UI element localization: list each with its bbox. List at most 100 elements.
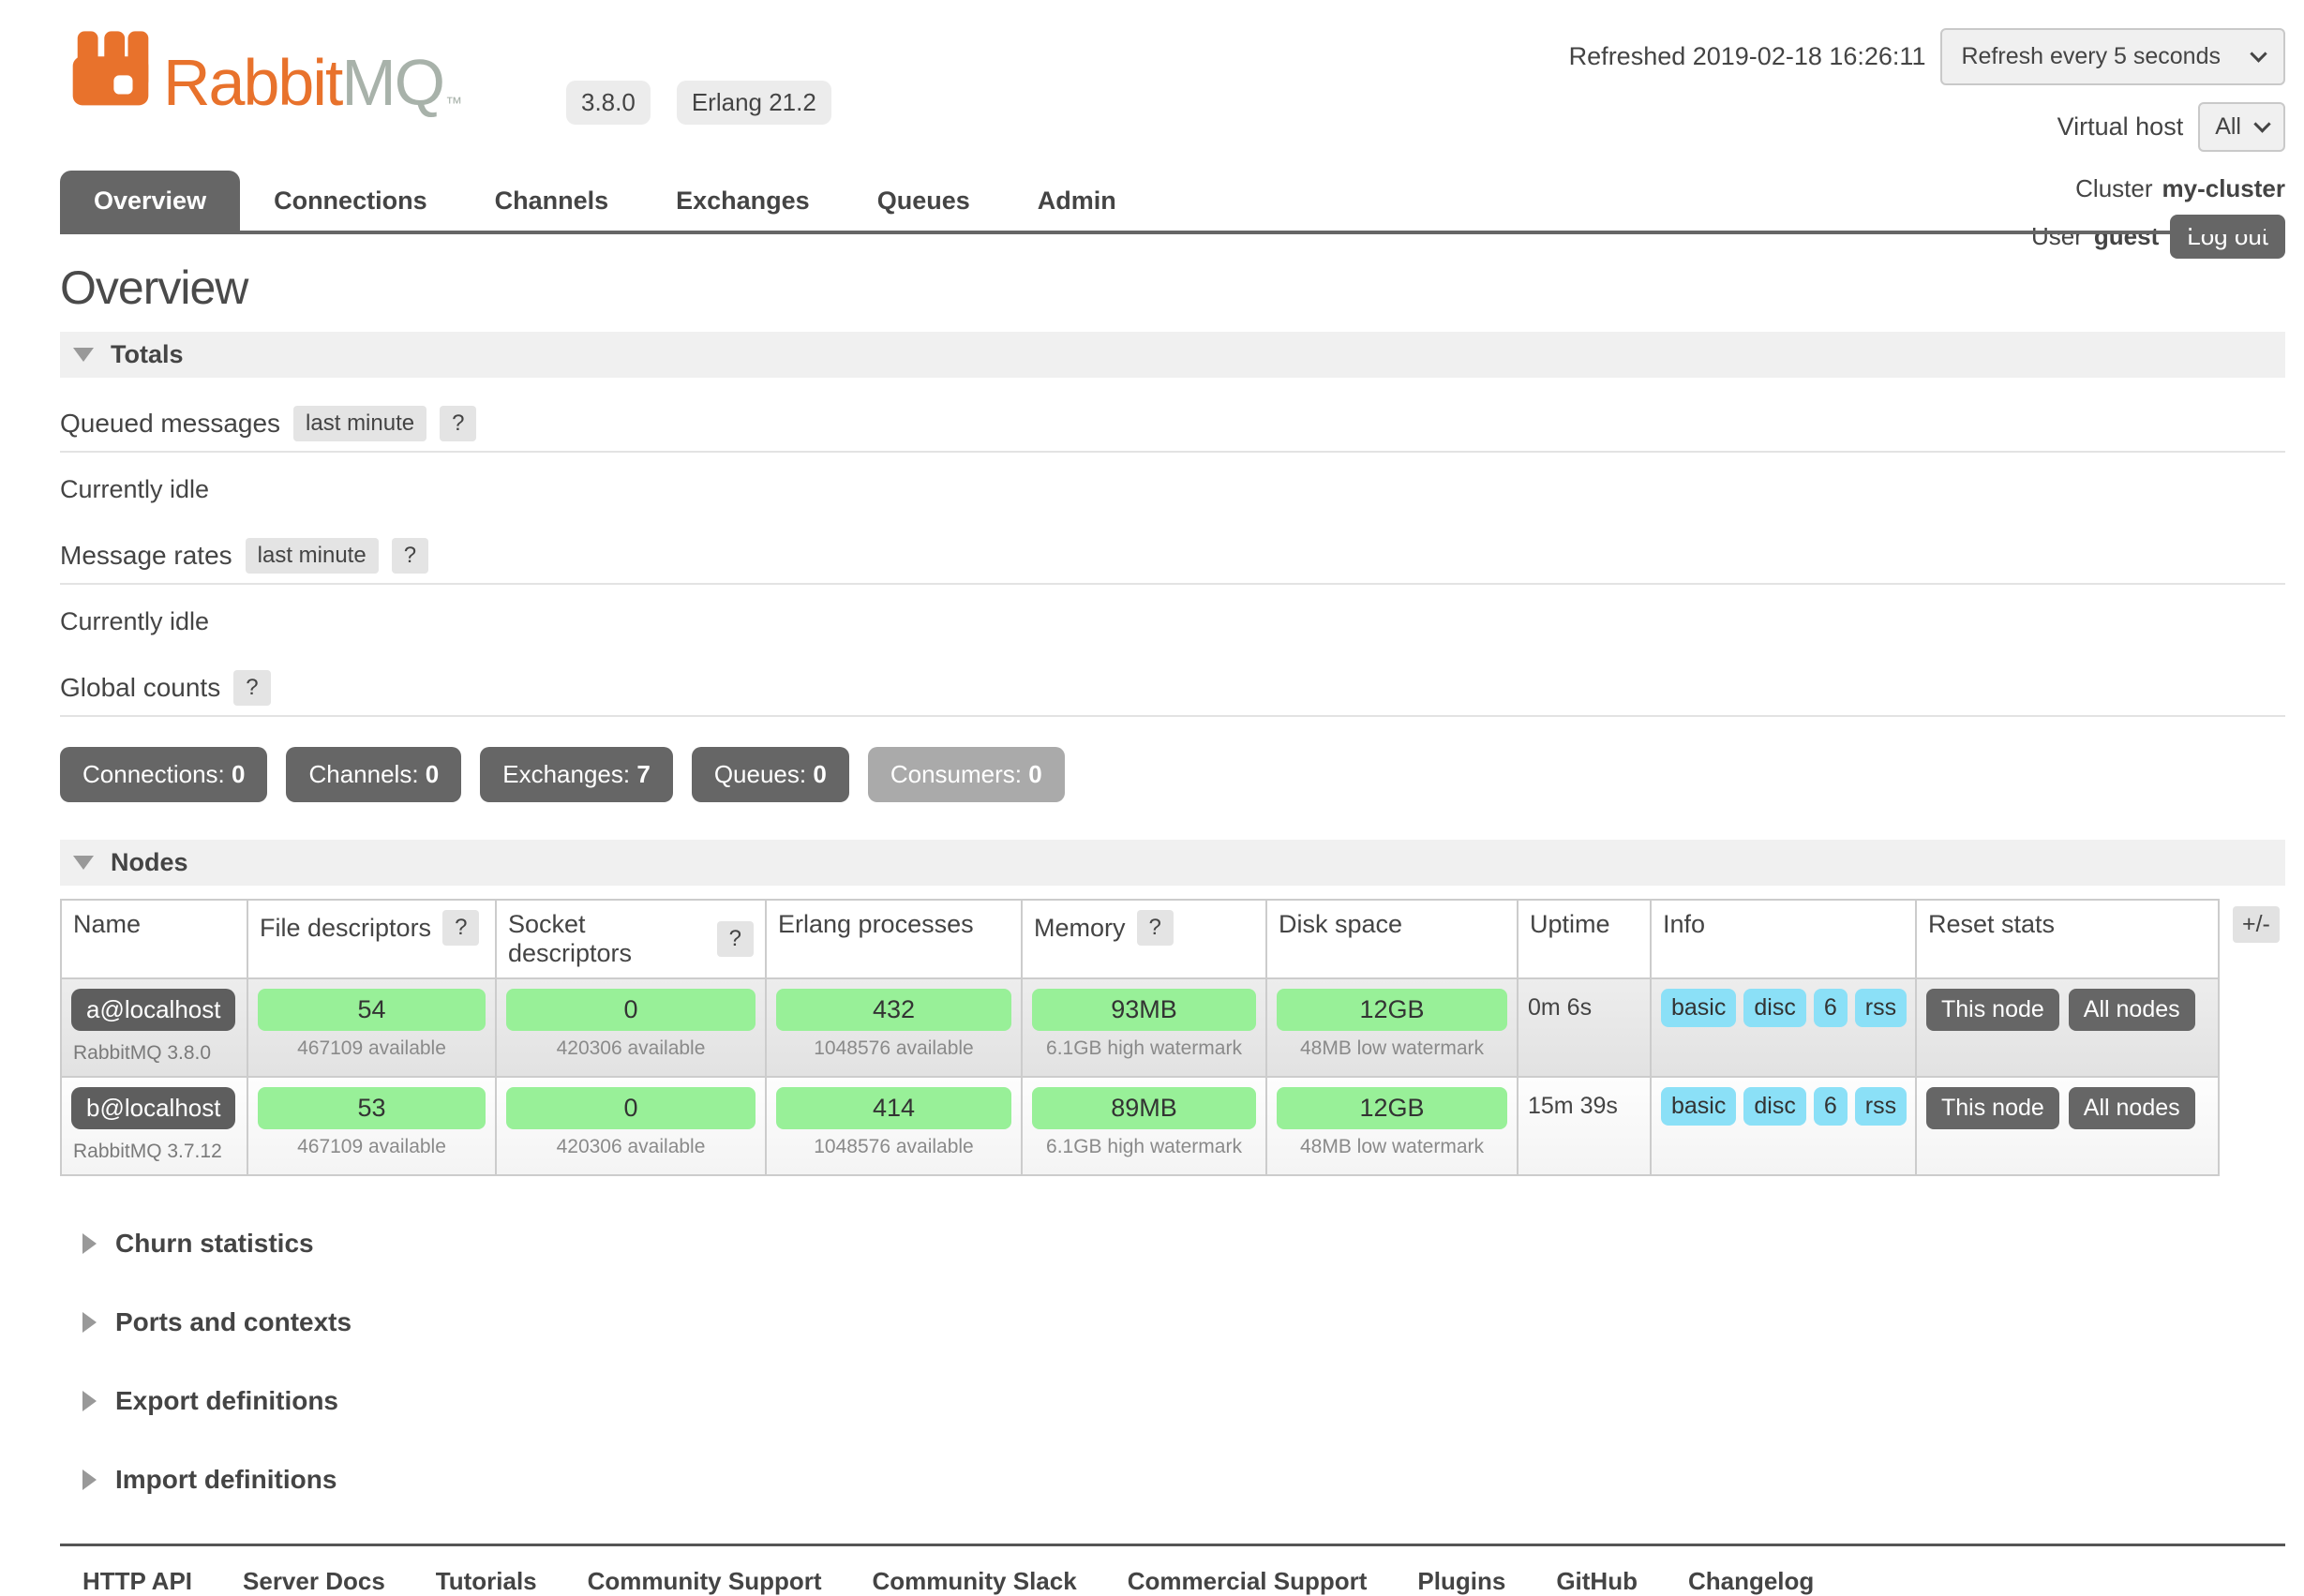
exchanges-count-value: 7	[636, 760, 650, 788]
info-badge-plugins: 6	[1814, 1087, 1848, 1126]
footer-link-commercial-support[interactable]: Commercial Support	[1128, 1567, 1368, 1596]
col-header-socket-descriptors: Socket descriptors?	[496, 900, 766, 978]
file-descriptors-cell: 54 467109 available	[247, 978, 496, 1077]
reset-stats-cell: This node All nodes	[1916, 978, 2219, 1077]
tab-queues[interactable]: Queues	[844, 171, 1004, 231]
erlang-processes-cell: 432 1048576 available	[766, 978, 1022, 1077]
message-rates-label: Message rates	[60, 541, 232, 571]
triangle-right-icon	[82, 1469, 97, 1490]
help-icon[interactable]: ?	[440, 406, 476, 441]
help-icon[interactable]: ?	[442, 910, 479, 946]
footer-link-http-api[interactable]: HTTP API	[82, 1567, 192, 1596]
reset-stats-cell: This node All nodes	[1916, 1077, 2219, 1175]
info-badge-disc: disc	[1743, 1087, 1805, 1126]
exchanges-count-button[interactable]: Exchanges: 7	[480, 747, 673, 802]
footer-link-server-docs[interactable]: Server Docs	[243, 1567, 385, 1596]
ports-and-contexts-section[interactable]: Ports and contexts	[60, 1307, 2285, 1337]
triangle-down-icon	[73, 348, 94, 362]
node-row-a: a@localhost RabbitMQ 3.8.0 54 467109 ava…	[61, 978, 2219, 1077]
consumers-count-button[interactable]: Consumers: 0	[868, 747, 1065, 802]
help-icon[interactable]: ?	[233, 670, 270, 706]
info-badge-disc: disc	[1743, 989, 1805, 1027]
info-badge-rss: rss	[1855, 1087, 1907, 1126]
channels-count-button[interactable]: Channels: 0	[286, 747, 461, 802]
tab-connections[interactable]: Connections	[240, 171, 461, 231]
churn-statistics-section[interactable]: Churn statistics	[60, 1229, 2285, 1259]
nodes-header-row: Name File descriptors? Socket descriptor…	[61, 900, 2219, 978]
virtual-host-select[interactable]: All	[2198, 102, 2285, 152]
rabbitmq-logo[interactable]: RabbitMQ ™	[71, 28, 462, 113]
nodes-table: Name File descriptors? Socket descriptor…	[60, 899, 2220, 1176]
node-row-b: b@localhost RabbitMQ 3.7.12 53 467109 av…	[61, 1077, 2219, 1175]
triangle-right-icon	[82, 1312, 97, 1333]
footer-link-community-slack[interactable]: Community Slack	[873, 1567, 1077, 1596]
footer-link-changelog[interactable]: Changelog	[1688, 1567, 1814, 1596]
rates-window-badge[interactable]: last minute	[246, 538, 379, 574]
queues-count-button[interactable]: Queues: 0	[692, 747, 849, 802]
churn-statistics-label: Churn statistics	[115, 1229, 314, 1259]
column-toggle-button[interactable]: +/-	[2233, 906, 2280, 943]
help-icon[interactable]: ?	[392, 538, 428, 574]
totals-section-label: Totals	[111, 340, 184, 369]
channels-count-label: Channels:	[308, 760, 418, 788]
trademark-symbol: ™	[445, 94, 462, 113]
queues-count-value: 0	[813, 760, 826, 788]
rabbitmq-logo-icon	[71, 28, 150, 113]
footer-link-community-support[interactable]: Community Support	[588, 1567, 822, 1596]
connections-count-button[interactable]: Connections: 0	[60, 747, 267, 802]
tab-overview[interactable]: Overview	[60, 171, 240, 231]
footer-link-github[interactable]: GitHub	[1556, 1567, 1638, 1596]
metric-note: 467109 available	[258, 1136, 486, 1158]
reset-this-node-button[interactable]: This node	[1926, 989, 2059, 1031]
main-nav: Overview Connections Channels Exchanges …	[60, 171, 2285, 234]
node-version: RabbitMQ 3.7.12	[71, 1141, 237, 1163]
global-counts-label: Global counts	[60, 673, 220, 703]
queued-rate-window-badge[interactable]: last minute	[293, 406, 426, 441]
footer-link-tutorials[interactable]: Tutorials	[436, 1567, 537, 1596]
refresh-interval-value: Refresh every 5 seconds	[1961, 43, 2221, 70]
info-cell: basic disc 6 rss	[1651, 1077, 1916, 1175]
rabbitmq-version-badge: 3.8.0	[566, 81, 651, 125]
footer-link-plugins[interactable]: Plugins	[1417, 1567, 1505, 1596]
export-definitions-section[interactable]: Export definitions	[60, 1386, 2285, 1416]
node-name-link[interactable]: b@localhost	[71, 1087, 235, 1129]
queued-messages-label: Queued messages	[60, 409, 280, 439]
rates-idle-text: Currently idle	[60, 607, 2285, 636]
refresh-interval-select[interactable]: Refresh every 5 seconds	[1940, 28, 2285, 85]
metric-value: 12GB	[1277, 989, 1507, 1031]
node-name-link[interactable]: a@localhost	[71, 989, 235, 1031]
import-definitions-label: Import definitions	[115, 1465, 337, 1495]
info-badge-basic: basic	[1661, 1087, 1736, 1126]
consumers-count-value: 0	[1028, 760, 1041, 788]
col-header-file-descriptors: File descriptors?	[247, 900, 496, 978]
col-header-info: Info	[1651, 900, 1916, 978]
reset-this-node-button[interactable]: This node	[1926, 1087, 2059, 1129]
import-definitions-section[interactable]: Import definitions	[60, 1465, 2285, 1495]
metric-note: 420306 available	[506, 1136, 756, 1158]
exchanges-count-label: Exchanges:	[502, 760, 630, 788]
version-badges: 3.8.0 Erlang 21.2	[566, 81, 831, 125]
virtual-host-value: All	[2215, 113, 2241, 141]
tab-exchanges[interactable]: Exchanges	[642, 171, 844, 231]
nodes-table-wrap: Name File descriptors? Socket descriptor…	[60, 899, 2285, 1176]
disk-space-cell: 12GB 48MB low watermark	[1266, 1077, 1518, 1175]
help-icon[interactable]: ?	[717, 921, 754, 957]
message-rates-heading: Message rates last minute ?	[60, 532, 2285, 585]
reset-all-nodes-button[interactable]: All nodes	[2069, 1087, 2195, 1129]
refreshed-timestamp: Refreshed 2019-02-18 16:26:11	[1569, 42, 1926, 71]
logo-wordmark: RabbitMQ	[163, 52, 443, 114]
node-version: RabbitMQ 3.8.0	[71, 1042, 237, 1065]
metric-value: 54	[258, 989, 486, 1031]
tab-channels[interactable]: Channels	[461, 171, 643, 231]
header: RabbitMQ ™ 3.8.0 Erlang 21.2 Refreshed 2…	[60, 0, 2285, 234]
metric-value: 89MB	[1032, 1087, 1256, 1129]
totals-section-header[interactable]: Totals	[60, 332, 2285, 378]
nodes-section-header[interactable]: Nodes	[60, 840, 2285, 886]
tab-admin[interactable]: Admin	[1004, 171, 1150, 231]
help-icon[interactable]: ?	[1137, 910, 1174, 946]
channels-count-value: 0	[426, 760, 439, 788]
triangle-right-icon	[82, 1391, 97, 1411]
reset-all-nodes-button[interactable]: All nodes	[2069, 989, 2195, 1031]
info-cell: basic disc 6 rss	[1651, 978, 1916, 1077]
memory-cell: 89MB 6.1GB high watermark	[1022, 1077, 1266, 1175]
